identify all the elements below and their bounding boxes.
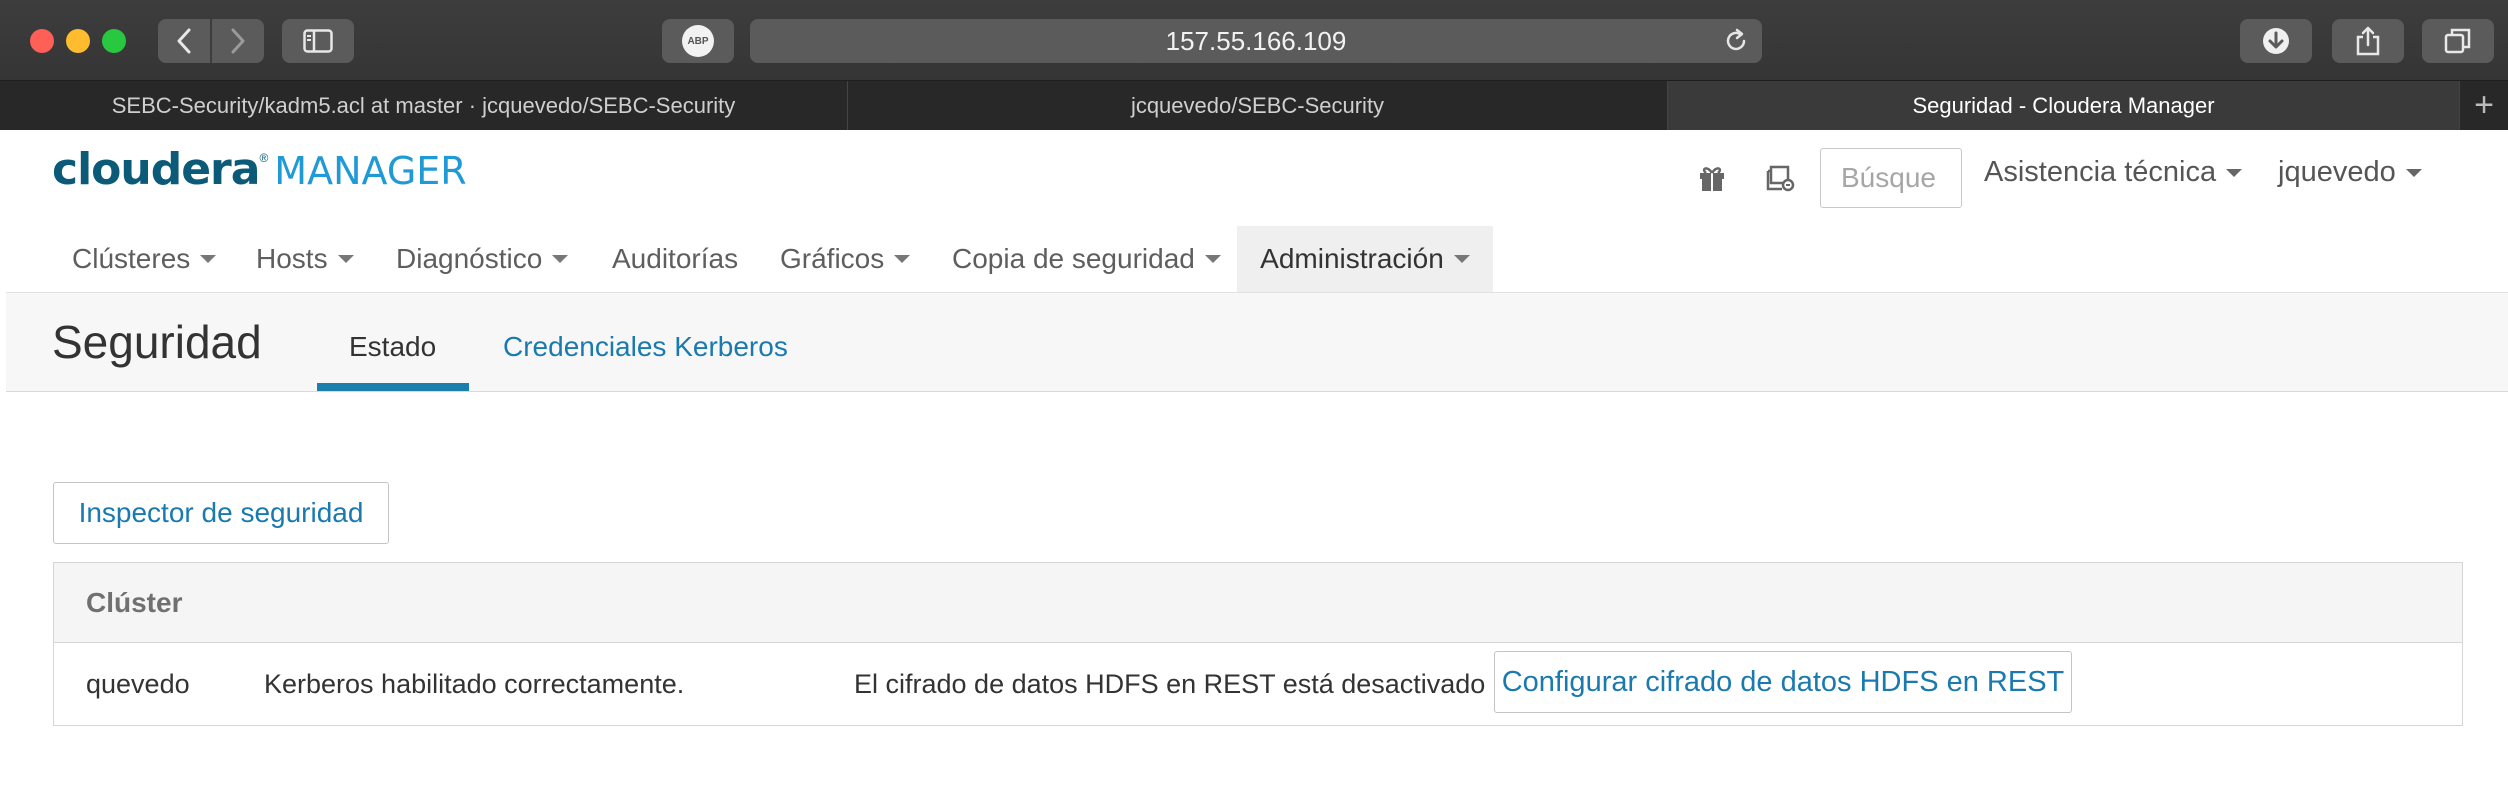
logo-product: MANAGER [274,149,467,193]
adblock-icon: ABP [682,25,714,57]
page-subheader: Seguridad Estado Credenciales Kerberos [6,292,2508,392]
caret-down-icon [337,255,354,263]
tab-estado[interactable]: Estado [349,331,436,363]
column-header-cluster: Clúster [86,587,183,618]
back-button[interactable] [158,19,210,63]
close-window-button[interactable] [30,29,54,53]
nav-item-backup[interactable]: Copia de seguridad [932,226,1241,292]
chevron-left-icon [177,28,191,54]
tab-kerberos-credentials[interactable]: Credenciales Kerberos [503,331,788,363]
sidebar-icon [303,29,333,53]
caret-down-icon [1453,255,1470,263]
nav-item-label: Hosts [256,243,328,274]
security-inspector-button[interactable]: Inspector de seguridad [53,482,389,544]
active-tab-indicator [317,383,469,391]
address-bar[interactable]: 157.55.166.109 [750,19,1762,63]
main-navigation: Clústeres Hosts Diagnóstico Auditorías G… [6,226,2508,292]
caret-down-icon [552,255,569,263]
logo-registered-mark: ® [259,151,269,165]
browser-tab-bar: SEBC-Security/kadm5.acl at master · jcqu… [0,80,2508,130]
downloads-button[interactable] [2240,19,2312,63]
gift-icon[interactable] [1694,160,1730,196]
nav-item-hosts[interactable]: Hosts [236,226,374,292]
nav-item-label: Administración [1260,243,1444,274]
forward-button[interactable] [212,19,264,63]
nav-item-label: Auditorías [612,243,739,274]
cluster-name: quevedo [86,669,190,699]
browser-tab-kadm5-acl[interactable]: SEBC-Security/kadm5.acl at master · jcqu… [0,81,848,130]
tabs-icon [2444,28,2471,54]
share-icon [2356,26,2380,56]
browser-titlebar: ABP 157.55.166.109 [0,0,2508,80]
kerberos-status: Kerberos habilitado correctamente. [264,669,685,699]
nav-item-diagnostics[interactable]: Diagnóstico [376,226,588,292]
table-header: Clúster [54,563,2462,643]
url-text: 157.55.166.109 [1165,25,1347,56]
nav-item-administration[interactable]: Administración [1237,226,1493,292]
nav-item-label: Clústeres [72,243,191,274]
new-tab-button[interactable]: + [2460,81,2508,130]
hdfs-encryption-status: El cifrado de datos HDFS en REST está de… [854,669,1486,699]
browser-tab-seguridad[interactable]: Seguridad - Cloudera Manager [1668,81,2460,130]
reload-icon[interactable] [1722,27,1750,55]
support-menu[interactable]: Asistencia técnica [1984,156,2243,189]
configure-hdfs-encryption-button[interactable]: Configurar cifrado de datos HDFS en REST [1494,651,2072,713]
search-input[interactable] [1820,148,1962,208]
download-icon [2263,28,2289,54]
tab-overview-button[interactable] [2422,19,2494,63]
logo-brand: cloudera [52,144,260,195]
share-button[interactable] [2332,19,2404,63]
cloudera-manager-logo[interactable]: cloudera ® MANAGER [52,144,467,204]
nav-item-audits[interactable]: Auditorías [592,226,758,292]
caret-down-icon [200,255,217,263]
browser-tab-label: SEBC-Security/kadm5.acl at master · jcqu… [111,92,736,118]
caret-down-icon [2226,168,2243,177]
cluster-security-table: Clúster quevedo Kerberos habilitado corr… [53,562,2463,726]
user-menu[interactable]: jquevedo [2278,156,2422,189]
nav-item-clusters[interactable]: Clústeres [52,226,236,292]
browser-tab-label: jcquevedo/SEBC-Security [1130,92,1385,118]
nav-item-label: Diagnóstico [396,243,543,274]
browser-tab-sebc-security[interactable]: jcquevedo/SEBC-Security [848,81,1668,130]
nav-item-label: Copia de seguridad [952,243,1195,274]
nav-item-charts[interactable]: Gráficos [760,226,930,292]
user-menu-label: jquevedo [2278,156,2396,188]
history-nav [158,19,264,63]
chevron-right-icon [231,28,245,54]
caret-down-icon [894,255,911,263]
caret-down-icon [2405,168,2422,177]
support-menu-label: Asistencia técnica [1984,156,2217,188]
minimize-window-button[interactable] [66,29,90,53]
adblock-extension-button[interactable]: ABP [662,19,734,63]
page-title: Seguridad [52,316,262,368]
caret-down-icon [1204,255,1221,263]
cloudera-manager-page: cloudera ® MANAGER Asistencia técnica jq… [6,130,2508,792]
nav-item-label: Gráficos [780,243,885,274]
browser-tab-label: Seguridad - Cloudera Manager [1912,92,2215,118]
sidebar-toggle-button[interactable] [282,19,354,63]
zoom-window-button[interactable] [102,29,126,53]
parcels-icon[interactable] [1762,160,1798,196]
